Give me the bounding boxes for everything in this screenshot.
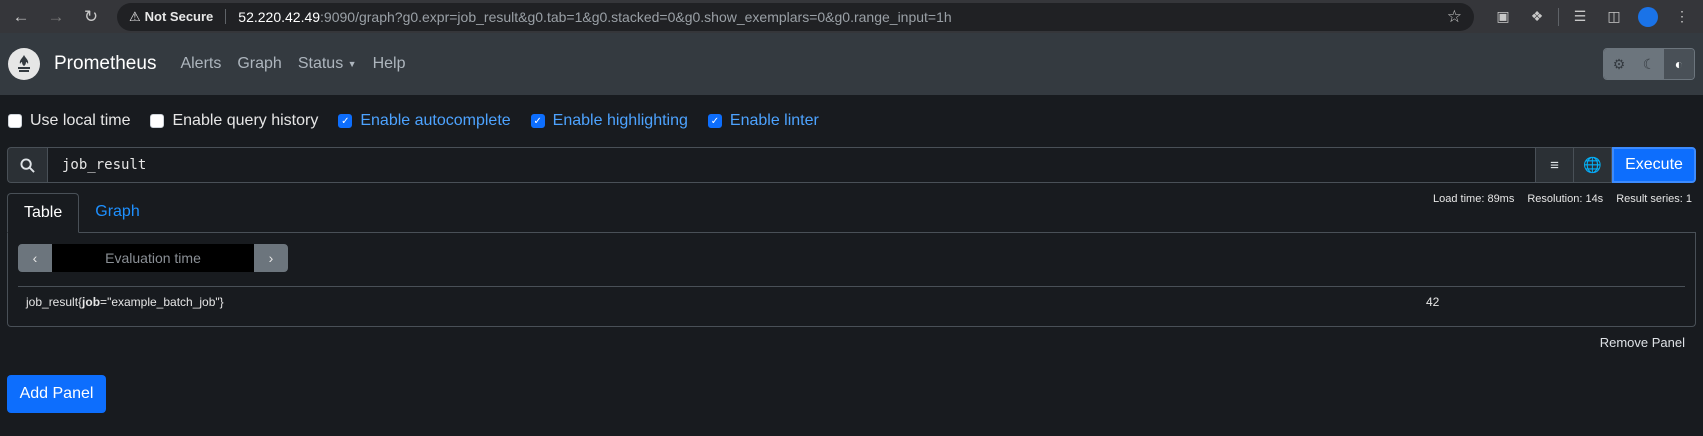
url-path: :9090/graph?g0.expr=job_result&g0.tab=1&… bbox=[320, 8, 952, 25]
light-theme-icon[interactable]: ⚙ bbox=[1604, 49, 1634, 79]
query-stats: Load time: 89ms Resolution: 14s Result s… bbox=[1433, 193, 1692, 205]
bookmark-star-icon[interactable]: ☆ bbox=[1447, 7, 1462, 27]
tab-table[interactable]: Table bbox=[7, 193, 80, 233]
nav-alerts[interactable]: Alerts bbox=[180, 55, 221, 73]
profile-icon[interactable] bbox=[1635, 4, 1661, 30]
highlighting-checkbox[interactable]: ✓ bbox=[530, 114, 545, 128]
autocomplete-label: Enable autocomplete bbox=[360, 112, 511, 129]
menu-icon[interactable]: ⋮ bbox=[1669, 4, 1695, 30]
cast-icon[interactable]: ▣ bbox=[1490, 4, 1516, 30]
toolbar-divider bbox=[1558, 7, 1559, 26]
prometheus-logo-icon[interactable] bbox=[8, 48, 40, 80]
remove-panel-link[interactable]: Remove Panel bbox=[1600, 335, 1685, 350]
nav-status-label: Status bbox=[297, 55, 344, 72]
expression-input[interactable]: job_result bbox=[47, 147, 1536, 183]
nav-graph[interactable]: Graph bbox=[237, 55, 281, 73]
nav-help[interactable]: Help bbox=[373, 55, 406, 73]
linter-option[interactable]: ✓ Enable linter bbox=[707, 112, 819, 130]
nav-status[interactable]: Status ▼ bbox=[298, 55, 357, 73]
highlighting-option[interactable]: ✓ Enable highlighting bbox=[530, 112, 688, 130]
use-local-time-checkbox[interactable] bbox=[8, 114, 22, 128]
query-options: Use local time Enable query history ✓ En… bbox=[0, 95, 1703, 147]
table-panel: ‹ Evaluation time › job_result{job="exam… bbox=[7, 233, 1696, 327]
side-panel-icon[interactable]: ◫ bbox=[1601, 4, 1627, 30]
series-name: job_result{job="example_batch_job"} bbox=[26, 294, 224, 309]
add-panel-button[interactable]: Add Panel bbox=[7, 375, 106, 413]
caret-down-icon: ▼ bbox=[347, 58, 357, 69]
chevron-left-icon[interactable]: ‹ bbox=[18, 244, 52, 272]
security-label[interactable]: Not Secure bbox=[145, 9, 227, 24]
metrics-explorer-icon[interactable]: 🌐 bbox=[1574, 147, 1612, 183]
query-history-option[interactable]: Enable query history bbox=[150, 112, 318, 130]
autocomplete-checkbox[interactable]: ✓ bbox=[338, 114, 353, 128]
url-host: 52.220.42.49 bbox=[238, 8, 321, 25]
query-history-checkbox[interactable] bbox=[150, 114, 165, 128]
result-series: Result series: 1 bbox=[1616, 193, 1692, 205]
remove-panel-row: Remove Panel bbox=[7, 327, 1696, 357]
format-expression-icon[interactable]: ≡ bbox=[1536, 147, 1574, 183]
query-history-label: Enable query history bbox=[172, 112, 319, 129]
back-icon[interactable]: ← bbox=[8, 4, 34, 30]
dark-theme-icon[interactable]: ☾ bbox=[1634, 49, 1664, 79]
chevron-right-icon[interactable]: › bbox=[254, 244, 288, 272]
panel-tabs: Table Graph Load time: 89ms Resolution: … bbox=[7, 193, 1696, 233]
warning-icon[interactable]: ⚠ bbox=[129, 9, 141, 25]
linter-label: Enable linter bbox=[729, 112, 819, 129]
extensions-icon[interactable]: ❖ bbox=[1524, 4, 1550, 30]
expression-row: job_result ≡ 🌐 Execute bbox=[7, 147, 1696, 183]
app-navbar: Prometheus Alerts Graph Status ▼ Help ⚙ … bbox=[0, 33, 1703, 95]
theme-toggle: ⚙ ☾ ◐ bbox=[1603, 48, 1695, 80]
linter-checkbox[interactable]: ✓ bbox=[707, 114, 722, 128]
reload-icon[interactable]: ↻ bbox=[78, 4, 104, 30]
browser-toolbar: ← → ↻ ⚠ Not Secure 52.220.42.49 :9090/gr… bbox=[0, 0, 1703, 33]
forward-icon[interactable]: → bbox=[43, 4, 69, 30]
brand-title[interactable]: Prometheus bbox=[54, 53, 156, 75]
execute-button[interactable]: Execute bbox=[1612, 147, 1696, 183]
autocomplete-option[interactable]: ✓ Enable autocomplete bbox=[338, 112, 511, 130]
table-row: job_result{job="example_batch_job"} 42 bbox=[18, 286, 1685, 316]
address-bar[interactable]: ⚠ Not Secure 52.220.42.49 :9090/graph?g0… bbox=[117, 2, 1474, 31]
evaluation-time-picker: ‹ Evaluation time › bbox=[18, 244, 288, 272]
auto-theme-icon[interactable]: ◐ bbox=[1664, 49, 1694, 79]
series-value: 42 bbox=[1426, 294, 1440, 309]
highlighting-label: Enable highlighting bbox=[552, 112, 688, 129]
load-time: Load time: 89ms bbox=[1433, 193, 1515, 205]
label-name: job bbox=[82, 294, 101, 309]
resolution: Resolution: 14s bbox=[1527, 193, 1604, 205]
use-local-time-label: Use local time bbox=[30, 112, 131, 129]
search-icon bbox=[7, 147, 47, 183]
label-value: "example_batch_job" bbox=[107, 294, 220, 309]
tab-graph[interactable]: Graph bbox=[79, 192, 155, 232]
use-local-time-option[interactable]: Use local time bbox=[8, 112, 130, 130]
evaluation-time-input[interactable]: Evaluation time bbox=[52, 244, 254, 272]
metric-name: job_result bbox=[26, 294, 79, 309]
reading-list-icon[interactable]: ☰ bbox=[1567, 4, 1593, 30]
